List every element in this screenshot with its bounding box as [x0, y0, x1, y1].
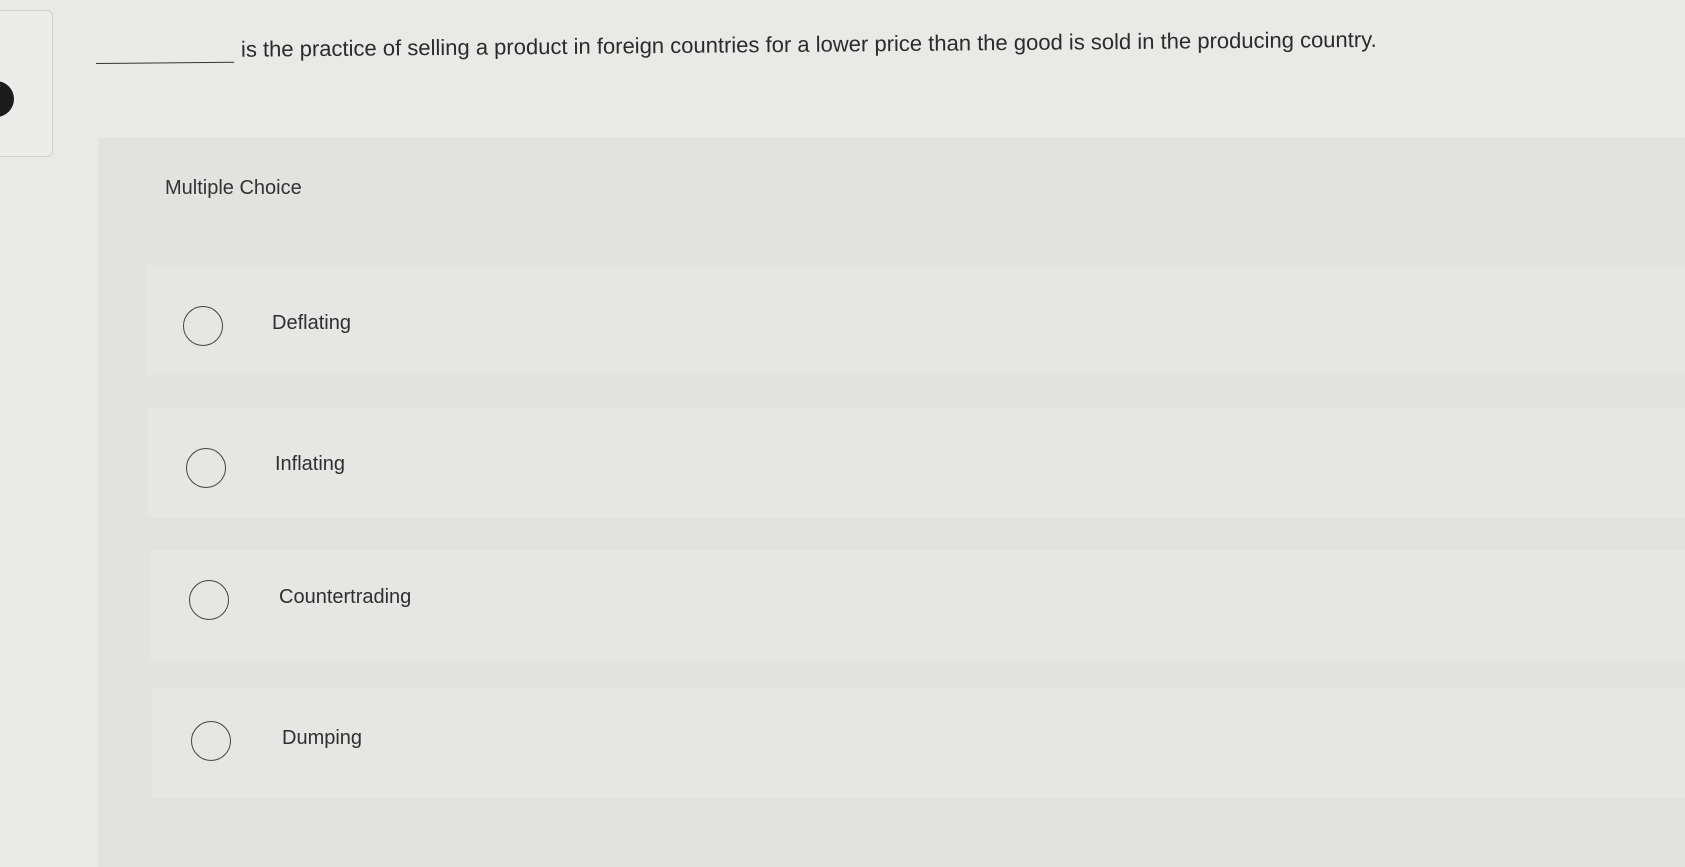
option-deflating[interactable]: Deflating — [145, 265, 1685, 375]
question-text: is the practice of selling a product in … — [240, 26, 1377, 62]
question-number-marker — [0, 81, 14, 117]
radio-circle-icon[interactable] — [183, 306, 223, 346]
option-countertrading[interactable]: Countertrading — [150, 550, 1685, 660]
radio-circle-icon[interactable] — [191, 721, 231, 761]
left-nav-tab[interactable] — [0, 10, 53, 157]
multiple-choice-label: Multiple Choice — [165, 177, 302, 199]
radio-circle-icon[interactable] — [186, 448, 226, 488]
option-label: Inflating — [275, 453, 346, 475]
answer-blank — [95, 39, 235, 64]
option-inflating[interactable]: Inflating — [148, 408, 1685, 518]
option-dumping[interactable]: Dumping — [152, 688, 1685, 798]
radio-circle-icon[interactable] — [189, 580, 229, 620]
option-label: Deflating — [272, 312, 351, 334]
option-label: Dumping — [282, 727, 363, 749]
question-prompt: is the practice of selling a product in … — [95, 26, 1377, 64]
option-label: Countertrading — [279, 586, 412, 608]
